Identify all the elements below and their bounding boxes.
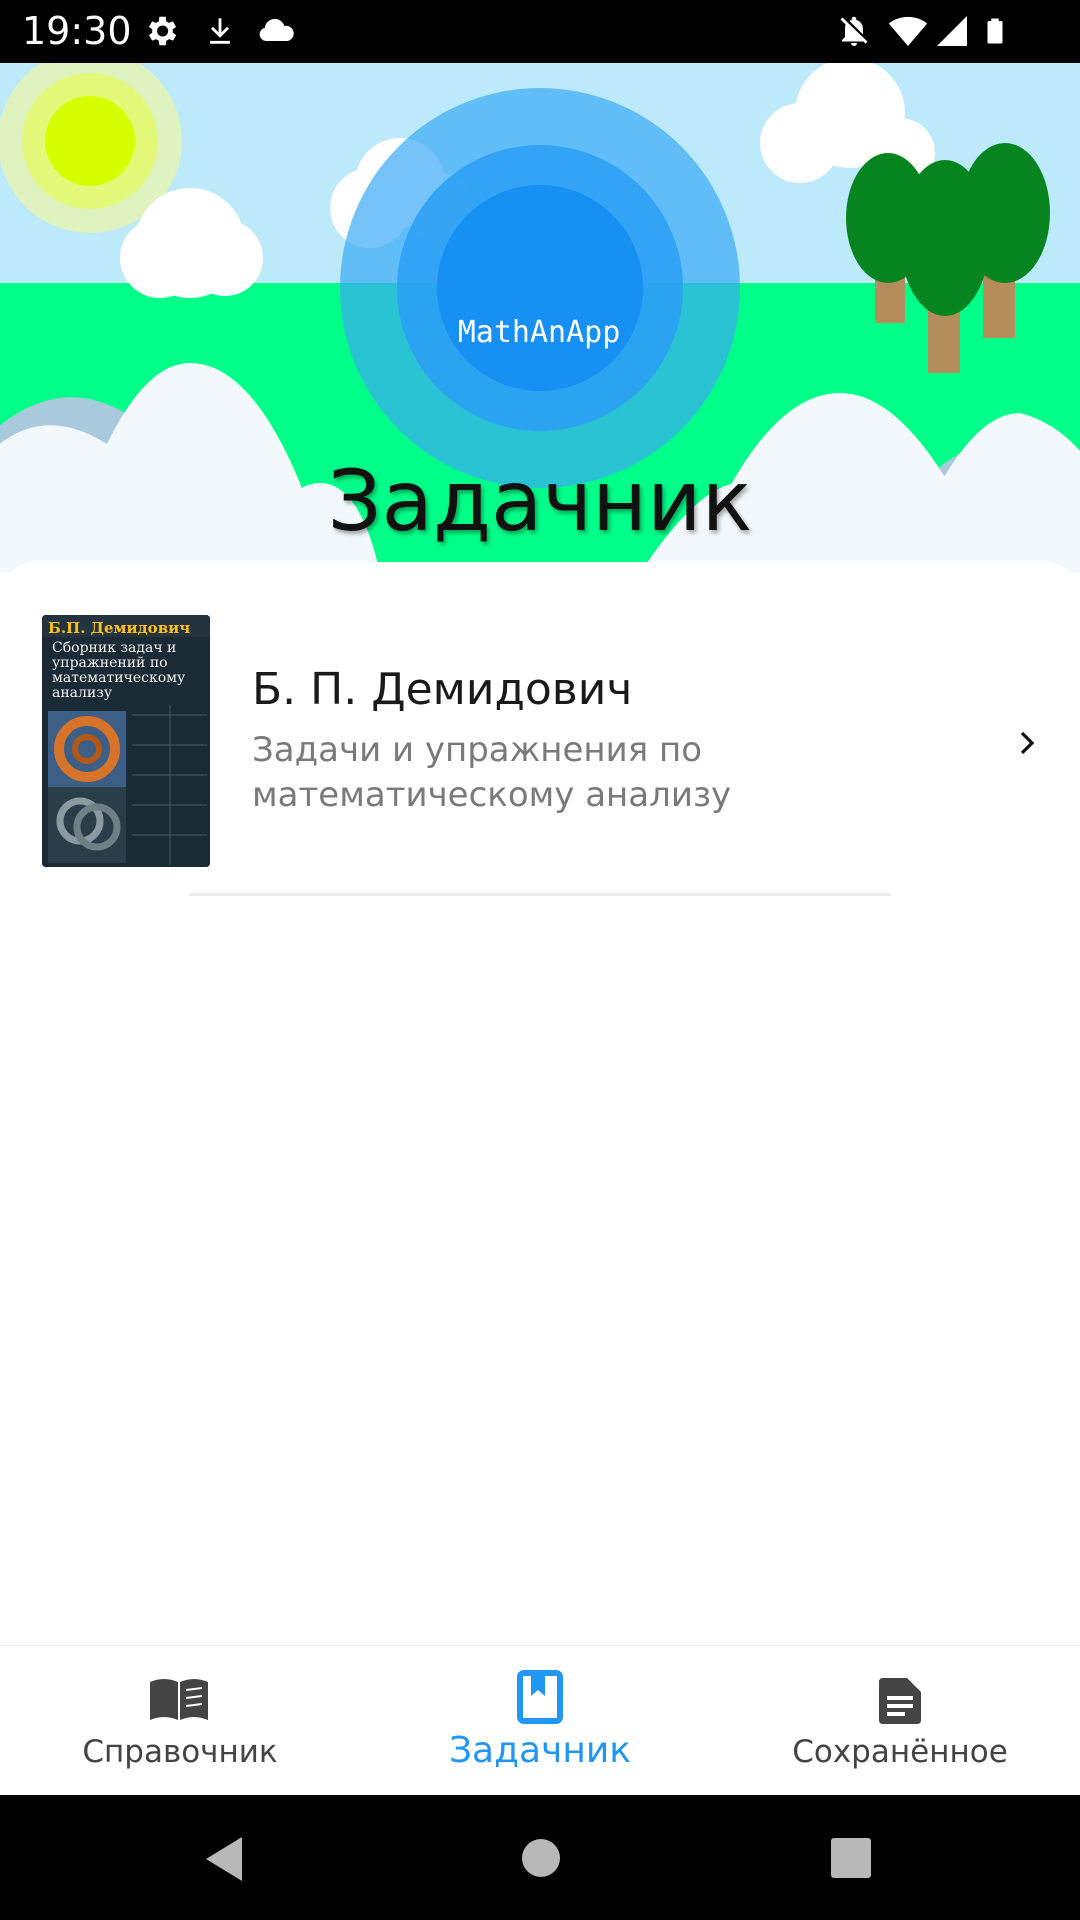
nav-item-saved[interactable]: Сохранённое <box>720 1646 1080 1796</box>
bookmark-book-icon <box>517 1670 563 1728</box>
home-icon[interactable] <box>520 1837 562 1883</box>
chevron-right-icon <box>1012 722 1042 768</box>
gear-icon <box>142 10 180 56</box>
nav-item-reference[interactable]: Справочник <box>0 1646 360 1796</box>
status-time: 19:30 <box>22 9 132 53</box>
book-list: Б.П. Демидович Сборник задач и упражнени… <box>0 562 1080 1645</box>
cover-author: Б.П. Демидович <box>48 619 191 637</box>
battery-icon <box>980 10 1010 56</box>
notifications-off-icon <box>836 10 872 56</box>
cover-title: Сборник задач и упражнений по математиче… <box>52 640 186 701</box>
system-navigation-bar <box>0 1795 1080 1920</box>
cloud-icon <box>256 10 296 56</box>
bottom-navigation: Справочник Задачник Сохранённое <box>0 1645 1080 1796</box>
divider <box>189 893 891 896</box>
book-cover-image: Б.П. Демидович Сборник задач и упражнени… <box>42 615 210 867</box>
document-icon <box>875 1676 923 1730</box>
status-bar: 19:30 <box>0 0 1080 63</box>
book-title: Задачи и упражнения по математическому а… <box>252 730 732 815</box>
back-icon[interactable] <box>202 1835 246 1887</box>
cellular-signal-icon <box>934 10 970 56</box>
app-logo-text: MathAnApp <box>457 315 621 350</box>
recents-icon[interactable] <box>830 1837 872 1883</box>
book-open-icon <box>148 1674 210 1728</box>
nav-label-reference: Справочник <box>82 1734 278 1770</box>
download-icon <box>203 10 237 56</box>
nav-label-problems: Задачник <box>448 1730 632 1771</box>
nav-item-problems[interactable]: Задачник <box>360 1646 720 1796</box>
book-author: Б. П. Демидович <box>252 664 633 715</box>
page-title: Задачник <box>327 452 753 550</box>
nav-label-saved: Сохранённое <box>792 1734 1008 1770</box>
list-item-book[interactable]: Б.П. Демидович Сборник задач и упражнени… <box>0 562 1080 902</box>
wifi-icon <box>888 10 928 56</box>
